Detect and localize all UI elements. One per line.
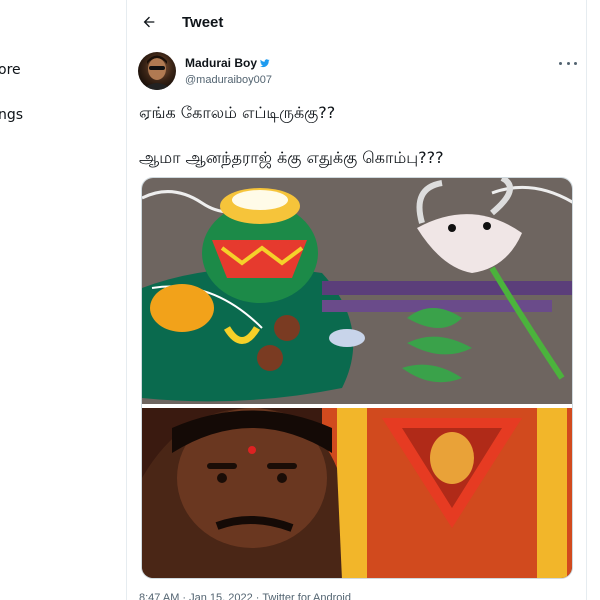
page-title: Tweet bbox=[182, 14, 224, 31]
tweet-text-line-2: ஆமா ஆனந்தராஜ் க்கு எதுக்கு கொம்பு??? bbox=[139, 148, 444, 167]
more-dot-icon bbox=[566, 61, 570, 65]
tweet-author: Madurai Boy @maduraiboy007 bbox=[185, 56, 272, 86]
sidebar: ore ngs bbox=[0, 0, 126, 600]
header: Tweet bbox=[127, 0, 586, 46]
more-dot-icon bbox=[559, 61, 562, 65]
more-dot-icon bbox=[574, 61, 577, 65]
movie-still-image bbox=[142, 408, 572, 578]
kolam-image bbox=[142, 178, 572, 404]
avatar[interactable] bbox=[138, 52, 176, 90]
author-handle[interactable]: @maduraiboy007 bbox=[185, 74, 272, 86]
meme-image bbox=[142, 178, 572, 578]
tweet-media[interactable] bbox=[141, 177, 573, 579]
back-button[interactable] bbox=[135, 8, 163, 36]
more-options-button[interactable] bbox=[559, 58, 577, 68]
page: ore ngs Tweet Madurai Boy @maduraiboy007… bbox=[0, 0, 600, 600]
arrow-left-icon bbox=[143, 16, 155, 28]
sidebar-item-more[interactable]: ore bbox=[0, 62, 21, 78]
author-display-name[interactable]: Madurai Boy bbox=[185, 56, 257, 70]
tweet-column: Tweet Madurai Boy @maduraiboy007 ஏங்க கோ… bbox=[126, 0, 587, 600]
tweet-timestamp[interactable]: 8:47 AM · Jan 15, 2022 · Twitter for And… bbox=[139, 592, 351, 600]
sidebar-item-settings[interactable]: ngs bbox=[0, 107, 23, 123]
tweet-text-line-1: ஏங்க கோலம் எப்டிருக்கு?? bbox=[139, 103, 336, 122]
twitter-bird-icon bbox=[260, 58, 270, 67]
